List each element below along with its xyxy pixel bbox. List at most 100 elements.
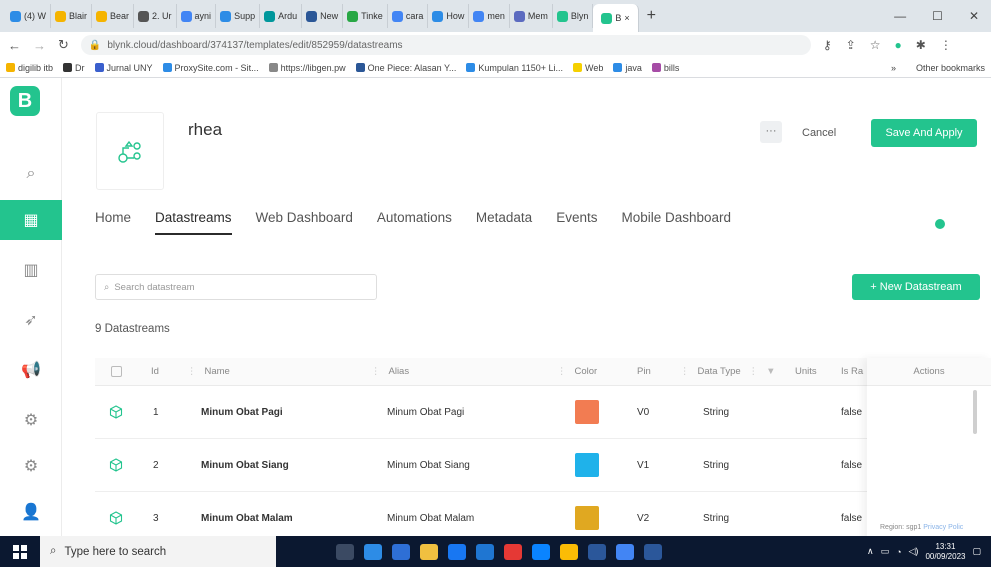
edge-icon[interactable] [364,543,382,560]
row-name[interactable]: Minum Obat Malam [201,492,293,536]
chevron-up-icon[interactable]: ∧ [867,546,874,557]
browser-tab[interactable]: (4) W [6,4,51,28]
facebook-icon[interactable] [448,543,466,560]
templates-icon[interactable]: ▦ [0,200,62,240]
browser-tab[interactable]: 2. Ur [134,4,177,28]
col-data-type[interactable]: ⋮ Data Type ⋮ ▼ [680,358,776,385]
scrollbar-thumb[interactable] [973,390,977,434]
profile-icon[interactable]: ⋮ [940,38,952,52]
tab-home[interactable]: Home [95,210,131,235]
back-icon[interactable]: ← [8,38,21,53]
browser-tab[interactable]: How [428,4,470,28]
taskbar-search[interactable]: ⌕ Type here to search [40,536,276,567]
clock[interactable]: 13:31 00/09/2023 [925,542,965,562]
app-icon[interactable] [532,543,550,560]
volume-icon[interactable]: ◁) [909,546,919,557]
word2-icon[interactable] [644,543,662,560]
browser-tab[interactable]: Blair [51,4,93,28]
privacy-policy-link[interactable]: Privacy Polic [923,524,963,531]
browser-tab-active[interactable]: B × [593,4,639,32]
more-options-button[interactable]: ··· [760,121,782,143]
template-image[interactable] [96,112,164,190]
app2-icon[interactable] [616,543,634,560]
row-name[interactable]: Minum Obat Pagi [201,386,283,438]
browser-tab[interactable]: Blyn [553,4,594,28]
search-icon[interactable]: ⌕ [0,154,62,194]
star-icon[interactable]: ☆ [870,38,881,52]
browser-tab[interactable]: Ardu [260,4,303,28]
col-alias[interactable]: ⋮ Alias [371,358,409,385]
close-tab-icon[interactable]: × [624,13,629,23]
bookmark-item[interactable]: https://libgen.pw [268,63,346,73]
maximize-icon[interactable]: ☐ [932,9,943,23]
browser-tab[interactable]: Mem [510,4,553,28]
bookmark-item[interactable]: Dr [63,63,85,73]
tab-web-dashboard[interactable]: Web Dashboard [256,210,353,235]
store-icon[interactable] [420,543,438,560]
cancel-button[interactable]: Cancel [792,120,846,146]
col-name[interactable]: ⋮ Name [187,358,230,385]
browser-tab[interactable]: Tinke [343,4,388,28]
puzzle-icon[interactable]: ✱ [916,38,926,52]
table-row[interactable]: 2 Minum Obat Siang Minum Obat Siang V1 Strin… [95,439,975,492]
close-window-icon[interactable]: ✕ [969,9,979,23]
table-row[interactable]: 1 Minum Obat Pagi Minum Obat Pagi V0 String f… [95,386,975,439]
col-color[interactable]: ⋮ Color [557,358,597,385]
settings-icon[interactable]: ⚙ [0,400,62,440]
windows-start-icon[interactable] [0,536,40,567]
blynk-logo[interactable]: B [10,86,40,116]
user-icon[interactable]: 👤 [0,492,62,532]
reload-icon[interactable]: ↻ [58,37,69,53]
bookmark-item[interactable]: java [613,63,642,73]
bookmark-item[interactable]: One Piece: Alasan Y... [355,63,456,73]
devices-icon[interactable]: ▥ [0,250,62,290]
browser-tab[interactable]: men [469,4,510,28]
row-name[interactable]: Minum Obat Siang [201,439,289,491]
info-icon[interactable] [935,219,945,229]
tab-metadata[interactable]: Metadata [476,210,532,235]
new-datastream-button[interactable]: + New Datastream [852,274,980,300]
tab-events[interactable]: Events [556,210,597,235]
battery-icon[interactable]: ▭ [881,546,890,557]
browser-tab[interactable]: Bear [92,4,135,28]
chrome-icon[interactable] [560,543,578,560]
browser-tab[interactable]: cara [388,4,429,28]
bookmark-item[interactable]: Web [573,63,603,73]
col-is-raw[interactable]: Is Ra [841,358,863,385]
minimize-icon[interactable]: — [894,9,906,23]
new-tab-button[interactable]: + [647,7,656,25]
other-bookmarks[interactable]: » Other bookmarks [891,63,985,73]
bookmark-item[interactable]: Kumpulan 1150+ Li... [466,63,563,73]
key-icon[interactable]: ⚷ [823,38,832,52]
save-and-apply-button[interactable]: Save And Apply [871,119,977,147]
youtube-icon[interactable] [504,543,522,560]
select-all-checkbox[interactable] [111,358,122,385]
bookmark-item[interactable]: bills [651,63,679,73]
megaphone-icon[interactable]: 📢 [0,350,62,390]
forward-icon[interactable]: → [33,38,46,53]
word-icon[interactable] [588,543,606,560]
extension-icon[interactable]: ● [895,38,902,52]
datastream-search-input[interactable]: ⌕ Search datastream [95,274,377,300]
filter-icon[interactable]: ▼ [766,366,775,377]
col-pin[interactable]: Pin [637,358,651,385]
url-field[interactable]: 🔒 blynk.cloud/dashboard/374137/templates… [80,35,811,55]
tab-mobile-dashboard[interactable]: Mobile Dashboard [621,210,731,235]
bookmark-item[interactable]: ProxySite.com - Sit... [162,63,259,73]
notification-icon[interactable]: ▢ [972,546,981,557]
tab-datastreams[interactable]: Datastreams [155,210,232,235]
browser-tab[interactable]: ayni [177,4,217,28]
task-view-icon[interactable] [336,543,354,560]
col-units[interactable]: Units [795,358,817,385]
table-row[interactable]: 3 Minum Obat Malam Minum Obat Malam V2 Strin… [95,492,975,536]
mail-icon[interactable] [476,543,494,560]
bookmark-item[interactable]: Jurnal UNY [94,63,153,73]
wifi-icon[interactable]: ◔ [896,547,901,557]
gear-icon[interactable]: ⚙ [0,446,62,486]
bookmark-item[interactable]: digilib itb [6,63,53,73]
browser-tab[interactable]: New [302,4,344,28]
file-explorer-icon[interactable] [392,543,410,560]
col-id[interactable]: Id [151,358,159,385]
tab-automations[interactable]: Automations [377,210,452,235]
send-icon[interactable]: ➶ [0,300,62,340]
